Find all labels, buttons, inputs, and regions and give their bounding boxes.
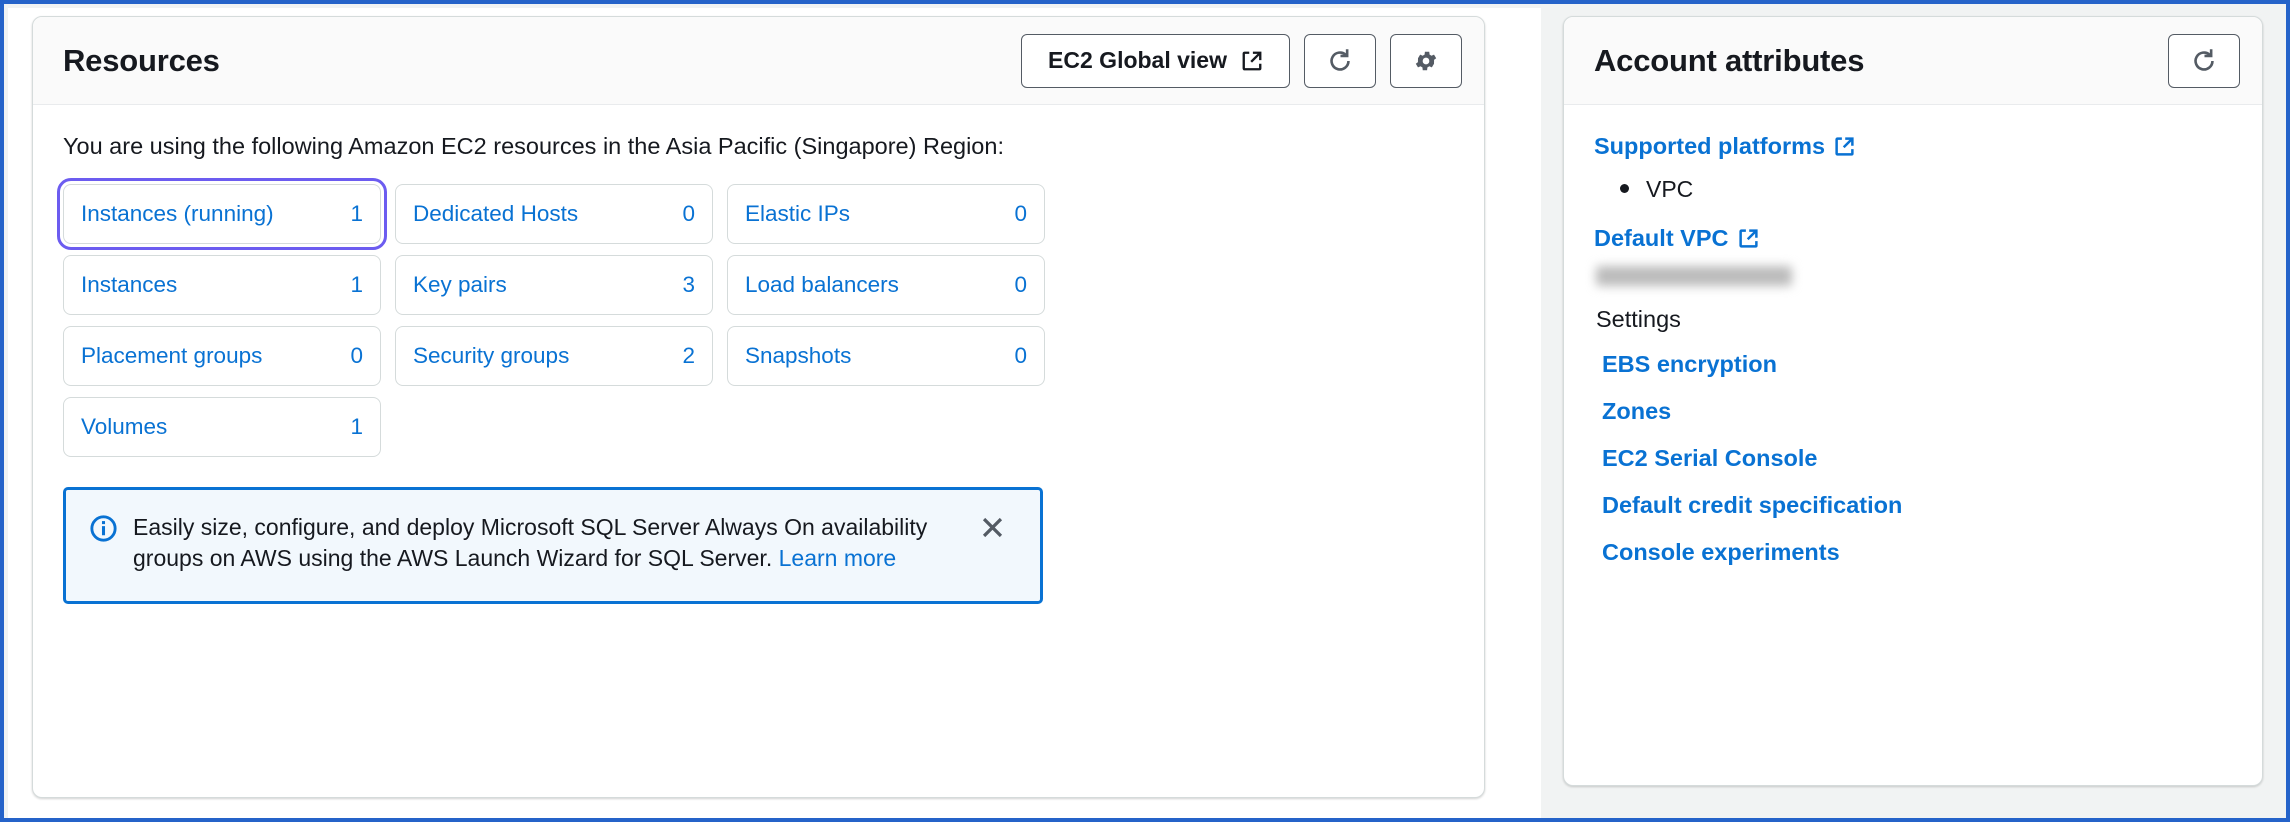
banner-text: Easily size, configure, and deploy Micro…: [133, 512, 963, 575]
resource-tile-grid: Instances (running) 1 Instances 1 Placem…: [57, 177, 1045, 457]
settings-links-list: EBS encryption Zones EC2 Serial Console …: [1594, 351, 2232, 566]
supported-platforms-label: Supported platforms: [1594, 133, 1826, 159]
default-vpc-link[interactable]: Default VPC: [1594, 225, 1759, 252]
sql-server-info-banner: Easily size, configure, and deploy Micro…: [63, 486, 1043, 604]
ec2-global-view-button[interactable]: EC2 Global view: [1021, 33, 1290, 88]
info-circle-icon: [90, 514, 117, 542]
settings-link-console-experiments[interactable]: Console experiments: [1602, 539, 2232, 566]
resources-card-body: You are using the following Amazon EC2 r…: [33, 105, 1484, 797]
default-vpc-id-redacted: [1596, 265, 1792, 286]
dashboard-layout: Resources EC2 Global view You are using …: [8, 8, 2286, 818]
resource-tile-security-groups[interactable]: Security groups 2: [395, 325, 713, 386]
tile-count: 0: [682, 200, 695, 226]
supported-platforms-link[interactable]: Supported platforms: [1594, 133, 1855, 160]
tile-label: Placement groups: [81, 342, 263, 368]
account-attributes-card: Account attributes Supported platforms V…: [1563, 16, 2263, 786]
tile-label: Elastic IPs: [745, 200, 851, 226]
gear-icon: [1413, 48, 1439, 74]
default-vpc-label: Default VPC: [1594, 224, 1729, 251]
tile-label: Instances: [81, 271, 178, 297]
tile-label: Instances (running): [81, 200, 274, 226]
learn-more-link[interactable]: Learn more: [779, 545, 897, 571]
banner-text-line-2: using the AWS Launch Wizard for SQL Serv…: [298, 545, 779, 572]
resource-tile-instances-running[interactable]: Instances (running) 1: [57, 177, 387, 250]
tile-count: 1: [350, 200, 363, 226]
resources-card: Resources EC2 Global view You are using …: [32, 16, 1485, 798]
resources-header-actions: EC2 Global view: [1021, 33, 1462, 88]
resources-card-header: Resources EC2 Global view: [33, 17, 1484, 105]
external-link-icon: [1834, 136, 1855, 157]
region-note: You are using the following Amazon EC2 r…: [63, 133, 1004, 159]
tile-count: 0: [350, 342, 363, 368]
list-item: VPC: [1620, 172, 2232, 207]
settings-link-ebs-encryption[interactable]: EBS encryption: [1602, 351, 2232, 378]
resource-tile-placement-groups[interactable]: Placement groups 0: [63, 325, 381, 386]
account-attributes-column: Account attributes Supported platforms V…: [1541, 8, 2286, 818]
tile-count: 3: [682, 271, 695, 297]
tile-count: 1: [350, 413, 363, 439]
resource-tile-snapshots[interactable]: Snapshots 0: [727, 325, 1045, 386]
refresh-icon: [2191, 48, 2217, 74]
external-link-icon: [1738, 228, 1759, 249]
page-frame: Resources EC2 Global view You are using …: [0, 0, 2290, 822]
close-icon[interactable]: [979, 514, 1006, 541]
resource-tile-elastic-ips[interactable]: Elastic IPs 0: [727, 183, 1045, 244]
settings-link-default-credit-specification[interactable]: Default credit specification: [1602, 492, 2232, 519]
settings-section-label: Settings: [1596, 305, 1681, 332]
resource-tile-key-pairs[interactable]: Key pairs 3: [395, 254, 713, 315]
tile-count: 0: [1014, 271, 1027, 297]
tile-label: Key pairs: [413, 271, 507, 297]
account-attributes-header: Account attributes: [1564, 17, 2262, 105]
ec2-global-view-label: EC2 Global view: [1048, 47, 1227, 73]
settings-link-zones[interactable]: Zones: [1602, 398, 2232, 425]
external-link-icon: [1241, 50, 1263, 72]
refresh-account-attributes-button[interactable]: [2168, 33, 2240, 88]
settings-link-ec2-serial-console[interactable]: EC2 Serial Console: [1602, 445, 2232, 472]
tile-label: Security groups: [413, 342, 570, 368]
refresh-resources-button[interactable]: [1304, 33, 1376, 88]
tile-label: Load balancers: [745, 271, 899, 297]
tile-count: 0: [1014, 342, 1027, 368]
page-title: Resources: [63, 42, 220, 78]
tile-count: 2: [682, 342, 695, 368]
resources-settings-button[interactable]: [1390, 33, 1462, 88]
supported-platforms-list: VPC: [1594, 172, 2232, 207]
refresh-icon: [1327, 48, 1353, 74]
resource-tile-load-balancers[interactable]: Load balancers 0: [727, 254, 1045, 315]
resource-tile-instances[interactable]: Instances 1: [63, 254, 381, 315]
tile-count: 1: [350, 271, 363, 297]
resources-column: Resources EC2 Global view You are using …: [8, 8, 1541, 818]
account-attributes-body: Supported platforms VPC Default VPC Sett…: [1564, 105, 2262, 586]
tile-label: Dedicated Hosts: [413, 200, 579, 226]
tile-label: Volumes: [81, 413, 168, 439]
tile-label: Snapshots: [745, 342, 852, 368]
account-attributes-title: Account attributes: [1594, 42, 1865, 78]
tile-count: 0: [1014, 200, 1027, 226]
resource-tile-volumes[interactable]: Volumes 1: [63, 396, 381, 457]
resource-tile-dedicated-hosts[interactable]: Dedicated Hosts 0: [395, 183, 713, 244]
